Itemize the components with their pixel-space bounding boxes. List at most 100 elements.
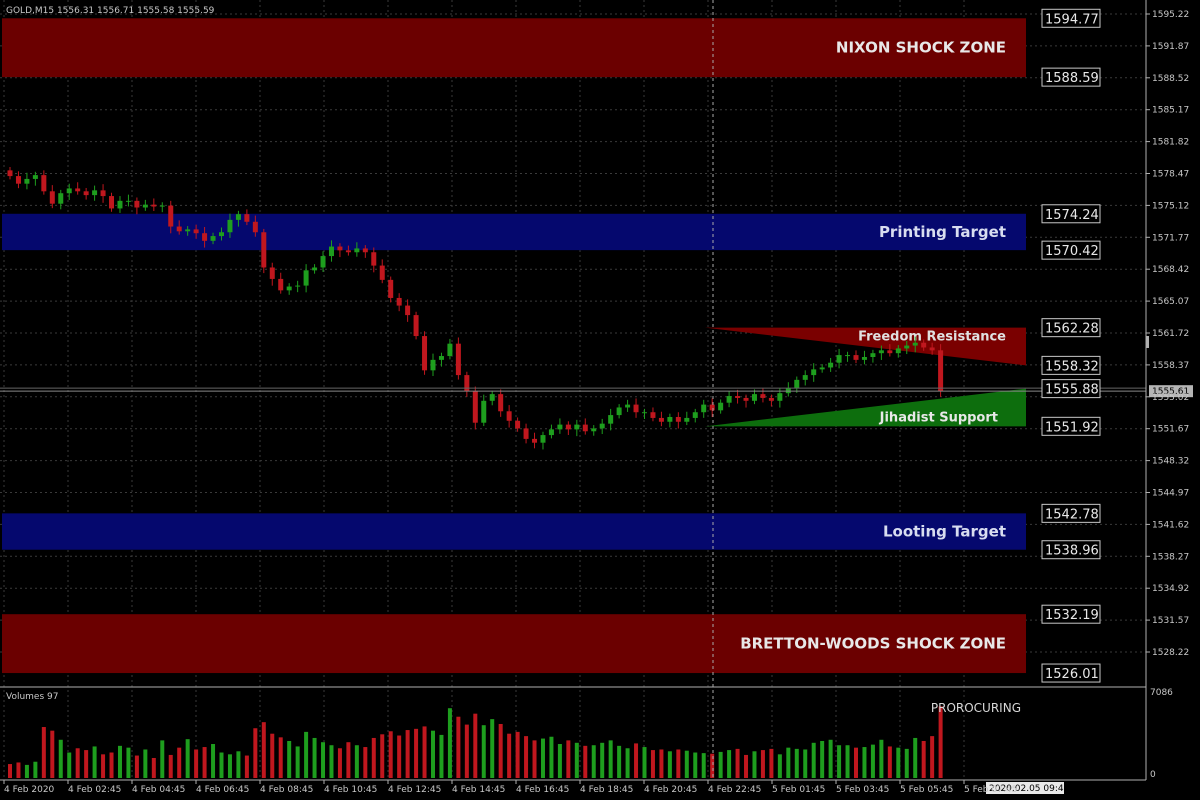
candle-body — [472, 391, 478, 423]
candle-body — [506, 411, 512, 421]
candle-body — [523, 428, 529, 439]
candle — [938, 344, 944, 397]
time-tick-label: 4 Feb 12:45 — [388, 785, 441, 795]
price-tick-label: 1578.47 — [1152, 170, 1189, 180]
zone-label: NIXON SHOCK ZONE — [836, 39, 1006, 57]
candle-body — [15, 176, 21, 184]
candle-body — [66, 188, 72, 194]
time-tick-label: 5 Feb 05:45 — [900, 785, 953, 795]
price-tick-label: 1528.22 — [1152, 648, 1189, 658]
candle-body — [159, 205, 165, 207]
candle-body — [760, 394, 766, 398]
candle-body — [303, 270, 309, 286]
volume-bar — [828, 739, 833, 778]
volume-bar — [397, 735, 402, 778]
candle-body — [125, 200, 131, 202]
candle-body — [388, 279, 394, 298]
zone-label: Printing Target — [879, 223, 1006, 241]
volume-bar — [8, 764, 12, 778]
volume-bar — [329, 745, 334, 778]
volume-bar — [304, 731, 309, 778]
candle-body — [422, 336, 428, 371]
candle-body — [540, 435, 546, 443]
volume-bar — [321, 742, 326, 778]
volume-bar — [109, 752, 114, 778]
volume-bar — [177, 747, 182, 778]
volume-bar — [549, 736, 554, 778]
candle-body — [811, 369, 817, 376]
candle-body — [219, 232, 224, 237]
candle — [422, 331, 428, 375]
time-tick-label: 5 Feb 01:45 — [772, 785, 825, 795]
volume-bar — [659, 749, 664, 778]
volume-bar — [625, 748, 630, 778]
price-tick-label: 1548.32 — [1152, 457, 1189, 467]
volume-bar — [67, 752, 72, 778]
candle-body — [295, 285, 301, 287]
candle-body — [565, 424, 571, 430]
volume-bar — [870, 744, 875, 778]
candle-body — [379, 265, 385, 280]
candle-body — [532, 438, 538, 443]
candle-body — [337, 246, 343, 251]
volume-bar — [244, 755, 249, 778]
level-label-text: 1570.42 — [1045, 244, 1099, 259]
time-tick-label: 4 Feb 10:45 — [324, 785, 377, 795]
price-tick-label: 1555.02 — [1152, 393, 1189, 403]
price-chart[interactable]: NIXON SHOCK ZONE Printing Target Looting T… — [0, 0, 1200, 800]
volume-bar — [414, 728, 419, 778]
candle-body — [142, 204, 148, 208]
price-tick-label: 1558.37 — [1152, 361, 1189, 371]
volume-bar — [227, 754, 232, 778]
candle-body — [49, 191, 55, 204]
price-tick-label: 1595.22 — [1152, 10, 1189, 20]
time-tick-label: 4 Feb 2020 — [4, 785, 55, 795]
volume-bar — [431, 730, 435, 778]
volume-bar — [769, 748, 774, 778]
volume-bar — [718, 751, 723, 778]
volume-bar — [684, 750, 689, 778]
candle-body — [92, 190, 98, 196]
volume-bar — [346, 742, 351, 778]
candle-body — [735, 396, 741, 398]
volume-bar — [388, 731, 393, 778]
volume-bar — [574, 742, 579, 778]
volume-bar — [473, 713, 478, 778]
symbol-info: GOLD,M15 1556.31 1556.71 1555.58 1555.59 — [6, 6, 215, 16]
level-label-text: 1588.59 — [1045, 71, 1099, 86]
candle-body — [24, 178, 30, 184]
level-label-text: 1551.92 — [1045, 420, 1099, 435]
volume-bar — [84, 750, 89, 778]
candle-body — [557, 424, 563, 430]
level-label-text: 1532.19 — [1045, 608, 1099, 623]
price-tick-label: 1571.77 — [1152, 233, 1189, 243]
volume-panel-title: Volumes 97 — [6, 692, 58, 702]
candle-body — [845, 355, 851, 357]
volume-bar — [727, 750, 732, 778]
volume-bar — [498, 723, 503, 778]
candle-body — [515, 420, 521, 429]
candle-body — [312, 267, 318, 271]
time-tick-label: 5 Feb 07:45 — [964, 785, 1017, 795]
candle-body — [861, 356, 867, 360]
volume-bar — [278, 737, 283, 778]
volume-bar — [143, 749, 148, 778]
volume-bar — [33, 761, 38, 778]
volume-bar — [464, 724, 469, 778]
candle-body — [718, 402, 724, 411]
candle-body — [819, 367, 825, 370]
candle-body — [582, 424, 588, 432]
candle — [455, 337, 461, 380]
volume-bar — [456, 716, 461, 778]
volume-bar — [405, 730, 410, 778]
time-tick-label: 4 Feb 02:45 — [68, 785, 121, 795]
candle-body — [185, 229, 191, 232]
candle-body — [168, 205, 174, 227]
volume-bar — [92, 746, 97, 778]
volume-zero-label: 0 — [1150, 770, 1156, 780]
volume-bar — [24, 764, 29, 778]
level-label-text: 1555.88 — [1045, 383, 1099, 398]
candle-body — [489, 394, 495, 401]
volume-bar — [752, 751, 757, 778]
volume-bar — [676, 749, 681, 778]
